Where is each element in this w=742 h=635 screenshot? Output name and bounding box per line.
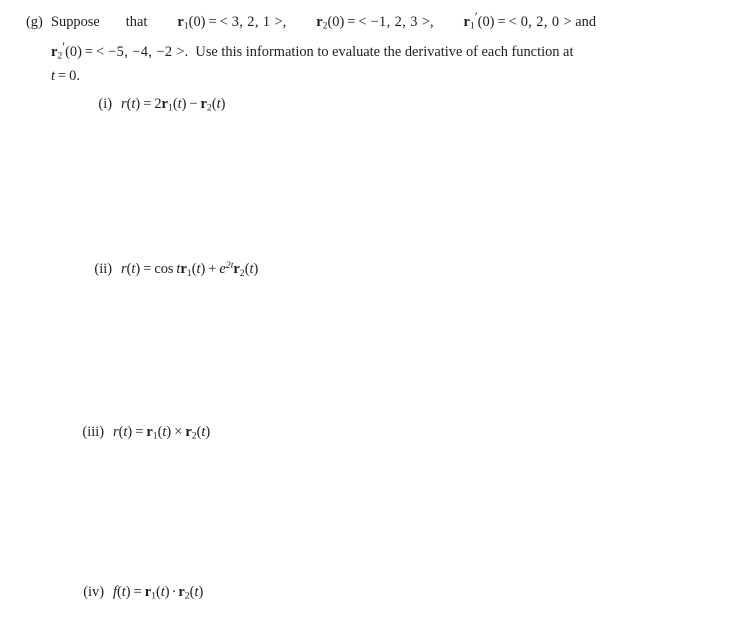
answer-space-i[interactable] <box>78 118 718 250</box>
word-that: that <box>125 13 148 30</box>
subitem-i-expression: r(t) = 2r1(t) − r2(t) <box>121 96 226 114</box>
given-r2-at-zero: r2(0) = < −1, 2, 3 >, <box>316 13 434 32</box>
subitem-i: (i) r(t) = 2r1(t) − r2(t) <box>78 94 225 119</box>
subitem-iii: (iii) r(t) = r1(t) × r2(t) <box>70 422 210 447</box>
subitem-ii-expression: r(t) = cos tr1(t) + e2tr2(t) <box>121 260 259 279</box>
subitem-iv: (iv) f(t) = r1(t) · r2(t) <box>70 582 203 607</box>
subitem-iv-expression: f(t) = r1(t) · r2(t) <box>113 584 204 602</box>
word-and: and <box>575 13 597 30</box>
answer-space-ii[interactable] <box>78 282 718 416</box>
subitem-i-label: (i) <box>98 96 112 112</box>
subitem-ii: (ii) r(t) = cos tr1(t) + e2tr2(t) <box>78 256 258 284</box>
worksheet-page: (g) Suppose that r1(0) = < 3, 2, 1 >, r2(0) = < … <box>0 0 742 635</box>
given-r1-at-zero: r1(0) = < 3, 2, 1 >, <box>177 13 287 32</box>
subitem-iii-label: (iii) <box>82 424 104 440</box>
answer-space-iv[interactable] <box>78 606 718 632</box>
problem-statement: (g) Suppose that r1(0) = < 3, 2, 1 >, r2(0) = < … <box>26 7 732 86</box>
word-suppose: Suppose <box>51 13 100 30</box>
problem-line-2: r2′(0) = < −5, −4, −2 >. Use this informat… <box>26 37 732 67</box>
answer-space-iii[interactable] <box>78 448 718 576</box>
instruction-text: Use this information to evaluate the der… <box>195 43 574 60</box>
subitem-iv-label: (iv) <box>83 584 104 600</box>
given-r1-prime-at-zero: r1′(0) = < 0, 2, 0 > <box>463 9 572 32</box>
problem-label: (g) <box>26 13 43 30</box>
subitem-iii-expression: r(t) = r1(t) × r2(t) <box>113 424 211 442</box>
problem-line-1: (g) Suppose that r1(0) = < 3, 2, 1 >, r2(0) = < … <box>26 7 732 37</box>
given-r2-prime-at-zero: r2′(0) = < −5, −4, −2 >. <box>51 38 189 62</box>
subitem-ii-label: (ii) <box>94 261 112 278</box>
problem-line-3: t = 0. <box>51 68 80 85</box>
